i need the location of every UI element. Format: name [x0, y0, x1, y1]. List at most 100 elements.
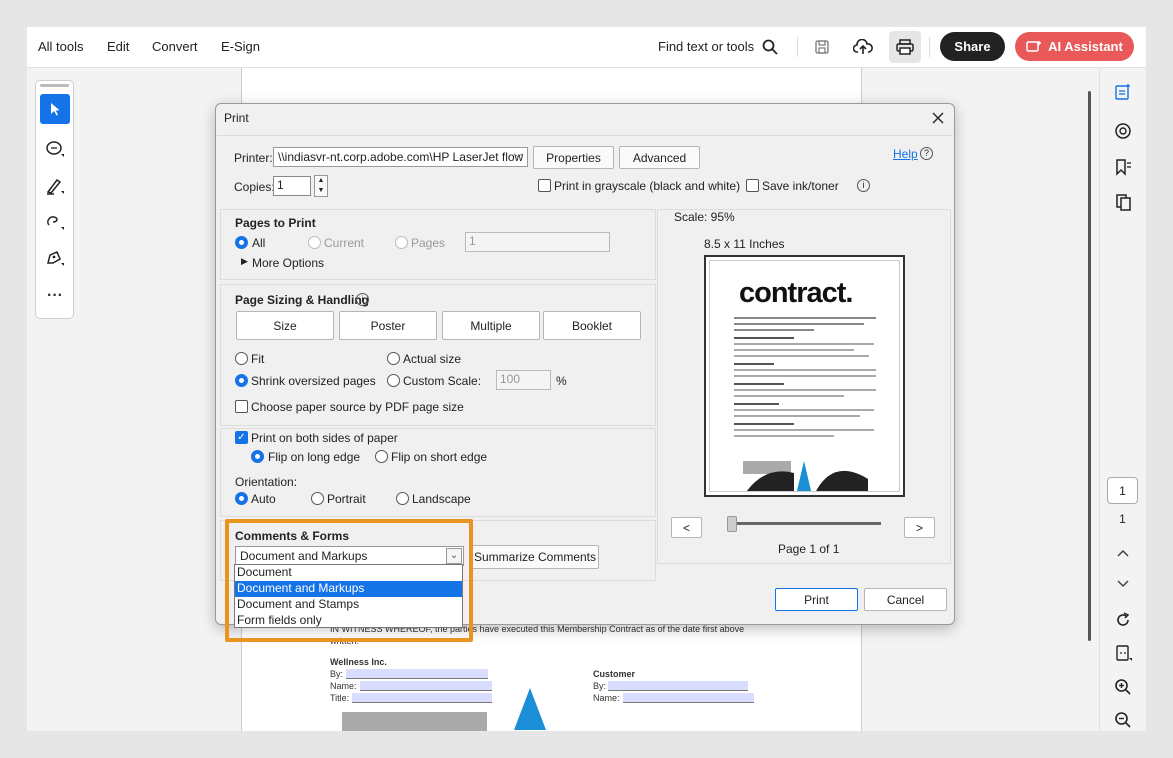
close-icon[interactable]	[928, 108, 948, 128]
comments-icon[interactable]	[1110, 119, 1136, 143]
menu-all-tools[interactable]: All tools	[38, 39, 84, 54]
menu-esign[interactable]: E-Sign	[221, 39, 260, 54]
printer-select[interactable]: \\indiasvr-nt.corp.adobe.com\HP LaserJet…	[273, 147, 528, 167]
both-sides-checkbox[interactable]: ✓	[235, 431, 248, 444]
both-sides-label: Print on both sides of paper	[251, 431, 398, 445]
page-count: 1	[1119, 512, 1126, 526]
zoom-in-icon[interactable]	[1110, 675, 1136, 699]
expand-triangle-icon[interactable]: ▶	[241, 256, 248, 267]
more-options-link[interactable]: More Options	[252, 256, 324, 270]
preview-text-line	[734, 323, 864, 325]
share-button[interactable]: Share	[940, 32, 1005, 61]
select-cursor-icon[interactable]	[40, 94, 70, 124]
name-label: Name:	[330, 681, 357, 691]
ai-assistant-label: AI Assistant	[1048, 39, 1123, 54]
chevron-down-icon[interactable]	[1110, 572, 1136, 596]
zoom-out-icon[interactable]	[1110, 708, 1136, 731]
preview-text-line	[734, 403, 779, 405]
customer-signature-field[interactable]	[608, 681, 748, 691]
customer-name-field[interactable]	[623, 693, 754, 703]
paper-source-checkbox[interactable]	[235, 400, 248, 413]
preview-page-slider[interactable]	[731, 522, 881, 525]
advanced-button[interactable]: Advanced	[619, 146, 700, 169]
radio-custom-scale[interactable]	[387, 374, 400, 387]
pages-range-input[interactable]: 1	[465, 232, 610, 252]
radio-fit[interactable]	[235, 352, 248, 365]
print-button[interactable]: Print	[775, 588, 858, 611]
copies-input[interactable]: 1	[273, 176, 311, 196]
pages-icon[interactable]	[1110, 190, 1136, 214]
actual-size-label: Actual size	[403, 352, 462, 366]
paper-source-label: Choose paper source by PDF page size	[251, 400, 464, 414]
tab-size[interactable]: Size	[236, 311, 334, 340]
preview-next-button[interactable]: >	[904, 517, 935, 538]
save-ink-label: Save ink/toner	[762, 179, 839, 193]
help-icon[interactable]: ?	[920, 147, 933, 160]
info-icon[interactable]: i	[356, 293, 369, 306]
properties-button[interactable]: Properties	[533, 146, 614, 169]
custom-scale-input[interactable]: 100	[496, 370, 551, 390]
info-icon[interactable]: i	[857, 179, 870, 192]
radio-landscape[interactable]	[396, 492, 409, 505]
search-icon[interactable]	[757, 35, 783, 59]
copies-stepper[interactable]: ▲ ▼	[314, 175, 328, 197]
tab-poster[interactable]: Poster	[339, 311, 437, 340]
tab-booklet[interactable]: Booklet	[543, 311, 641, 340]
preview-content: contract.	[709, 260, 900, 492]
menu-convert[interactable]: Convert	[152, 39, 198, 54]
print-icon[interactable]	[889, 31, 921, 63]
preview-text-line	[734, 423, 794, 425]
current-label: Current	[324, 236, 365, 250]
pages-to-print-group: Pages to Print All Current Pages 1 ▶ Mor…	[220, 209, 656, 280]
highlight-pen-icon[interactable]	[40, 171, 70, 201]
radio-flip-long[interactable]	[251, 450, 264, 463]
chevron-up-icon[interactable]	[1110, 541, 1136, 565]
preview-text-line	[734, 363, 774, 365]
freehand-draw-icon[interactable]	[40, 207, 70, 237]
upload-cloud-icon[interactable]	[850, 35, 876, 59]
radio-current[interactable]	[308, 236, 321, 249]
ai-assistant-button[interactable]: AI Assistant	[1015, 32, 1134, 61]
scale-label: Scale: 95%	[674, 210, 735, 224]
radio-shrink[interactable]	[235, 374, 248, 387]
customer-label: Customer	[593, 669, 636, 679]
signature-pen-icon[interactable]	[40, 243, 70, 273]
more-tools-icon[interactable]: ···	[40, 281, 70, 311]
title-field[interactable]	[352, 693, 492, 703]
shrink-label: Shrink oversized pages	[251, 374, 376, 388]
radio-flip-short[interactable]	[375, 450, 388, 463]
cancel-button[interactable]: Cancel	[864, 588, 947, 611]
top-toolbar: All tools Edit Convert E-Sign Find text …	[27, 27, 1146, 68]
radio-auto[interactable]	[235, 492, 248, 505]
fit-label: Fit	[251, 352, 265, 366]
radio-pages[interactable]	[395, 236, 408, 249]
signature-field[interactable]	[346, 669, 488, 679]
title-divider	[217, 135, 953, 136]
page-number-input[interactable]: 1	[1107, 477, 1138, 504]
print-preview-page: contract.	[704, 255, 905, 497]
preview-text-line	[734, 389, 876, 391]
name-field[interactable]	[360, 681, 492, 691]
tab-multiple[interactable]: Multiple	[442, 311, 540, 340]
help-link[interactable]: Help	[893, 147, 918, 161]
slider-thumb[interactable]	[727, 516, 737, 532]
save-ink-checkbox[interactable]	[746, 179, 759, 192]
ai-summary-icon[interactable]	[1110, 80, 1136, 104]
bookmarks-icon[interactable]	[1110, 155, 1136, 179]
menu-edit[interactable]: Edit	[107, 39, 129, 54]
right-rail: 1 1	[1099, 68, 1146, 731]
vertical-scrollbar[interactable]	[1088, 91, 1091, 641]
rotate-icon[interactable]	[1110, 608, 1136, 632]
panel-grip[interactable]	[40, 84, 69, 87]
radio-actual-size[interactable]	[387, 352, 400, 365]
grayscale-checkbox[interactable]	[538, 179, 551, 192]
find-text-tools[interactable]: Find text or tools	[658, 39, 754, 54]
add-comment-icon[interactable]	[40, 134, 70, 164]
summarize-comments-button[interactable]: Summarize Comments	[471, 545, 599, 569]
preview-prev-button[interactable]: <	[671, 517, 702, 538]
preview-text-line	[734, 337, 794, 339]
radio-all[interactable]	[235, 236, 248, 249]
save-icon[interactable]	[809, 35, 835, 59]
fit-page-icon[interactable]	[1110, 641, 1136, 665]
radio-portrait[interactable]	[311, 492, 324, 505]
